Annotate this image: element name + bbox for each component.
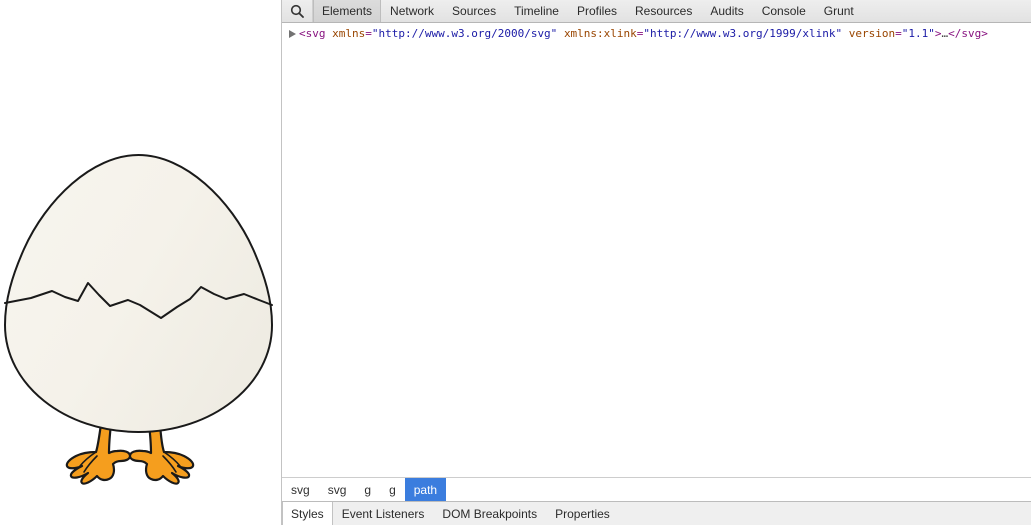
breadcrumb-item-g-2[interactable]: g xyxy=(380,478,405,501)
breadcrumb-label: g xyxy=(364,482,372,497)
sidebar-tab-label: Properties xyxy=(555,506,610,521)
left-foot-shape xyxy=(65,422,132,485)
tab-timeline[interactable]: Timeline xyxy=(505,0,568,22)
attr-name-xmlns: xmlns xyxy=(332,27,366,40)
tab-dom-breakpoints[interactable]: DOM Breakpoints xyxy=(433,502,546,525)
egg-shell-group xyxy=(3,153,274,434)
dom-node-svg[interactable]: < svg xmlns = "http://www.w3.org/2000/svg" … xyxy=(282,27,1031,41)
tab-properties[interactable]: Properties xyxy=(546,502,619,525)
tab-label: Resources xyxy=(635,4,693,18)
tab-label: Sources xyxy=(452,4,497,18)
tab-elements[interactable]: Elements xyxy=(313,0,382,22)
tag-name: svg xyxy=(305,27,326,40)
breadcrumb-item-g-1[interactable]: g xyxy=(355,478,380,501)
tab-grunt[interactable]: Grunt xyxy=(815,0,863,22)
attr-eq: = xyxy=(895,27,902,40)
attr-value-xmlns-xlink: "http://www.w3.org/1999/xlink" xyxy=(643,27,843,40)
tab-profiles[interactable]: Profiles xyxy=(568,0,626,22)
dom-tree-view[interactable]: < svg xmlns = "http://www.w3.org/2000/svg" … xyxy=(282,23,1031,477)
attr-eq: = xyxy=(636,27,644,40)
attr-name-version: version xyxy=(848,27,896,40)
search-icon[interactable] xyxy=(282,0,313,22)
sidebar-tab-label: Event Listeners xyxy=(341,506,425,521)
breadcrumb-label: svg xyxy=(291,482,310,497)
sidebar-tab-strip: Styles Event Listeners DOM Breakpoints P… xyxy=(282,501,1031,525)
tab-event-listeners[interactable]: Event Listeners xyxy=(333,502,434,525)
devtools-toolbar: Elements Network Sources Timeline Profil… xyxy=(282,0,1031,23)
tab-console[interactable]: Console xyxy=(753,0,815,22)
breadcrumb-item-path[interactable]: path xyxy=(404,478,447,501)
tab-label: Elements xyxy=(322,4,373,18)
devtools-window: Elements Network Sources Timeline Profil… xyxy=(0,0,1032,525)
attr-name-xmlns-xlink: xmlns:xlink xyxy=(563,27,637,40)
tag-open-bracket: < xyxy=(299,27,306,40)
devtools-panel: Elements Network Sources Timeline Profil… xyxy=(282,0,1031,525)
tab-network[interactable]: Network xyxy=(381,0,443,22)
sidebar-tab-label: Styles xyxy=(291,506,324,521)
devtools-tab-strip: Elements Network Sources Timeline Profil… xyxy=(313,0,863,22)
closing-tag: </svg> xyxy=(948,27,988,40)
breadcrumb-label: svg xyxy=(327,482,347,497)
tab-label: Network xyxy=(390,4,435,18)
breadcrumb-label: path xyxy=(413,482,438,497)
tab-label: Audits xyxy=(710,4,744,18)
tab-label: Console xyxy=(761,4,806,18)
tab-sources[interactable]: Sources xyxy=(443,0,505,22)
breadcrumb-item-svg-1[interactable]: svg xyxy=(282,478,319,501)
disclosure-triangle-icon[interactable] xyxy=(288,29,299,39)
breadcrumb-label: g xyxy=(389,482,396,497)
attr-value-version: "1.1" xyxy=(901,27,935,40)
breadcrumb: svg svg g g path xyxy=(282,477,1031,501)
egg-feet-group xyxy=(65,422,195,485)
attr-eq: = xyxy=(365,27,372,40)
tab-resources[interactable]: Resources xyxy=(626,0,701,22)
sidebar-tab-label: DOM Breakpoints xyxy=(442,506,538,521)
tag-close-bracket: > xyxy=(934,27,942,40)
collapsed-children-ellipsis[interactable]: … xyxy=(941,27,948,41)
breadcrumb-item-svg-2[interactable]: svg xyxy=(319,478,356,501)
tab-label: Grunt xyxy=(823,4,854,18)
page-viewport xyxy=(0,0,282,525)
attr-value-xmlns: "http://www.w3.org/2000/svg" xyxy=(371,27,558,40)
cracked-egg-illustration[interactable] xyxy=(0,0,282,525)
tab-label: Timeline xyxy=(514,4,559,18)
tab-label: Profiles xyxy=(576,4,617,18)
tab-audits[interactable]: Audits xyxy=(701,0,752,22)
tab-styles[interactable]: Styles xyxy=(282,502,333,525)
